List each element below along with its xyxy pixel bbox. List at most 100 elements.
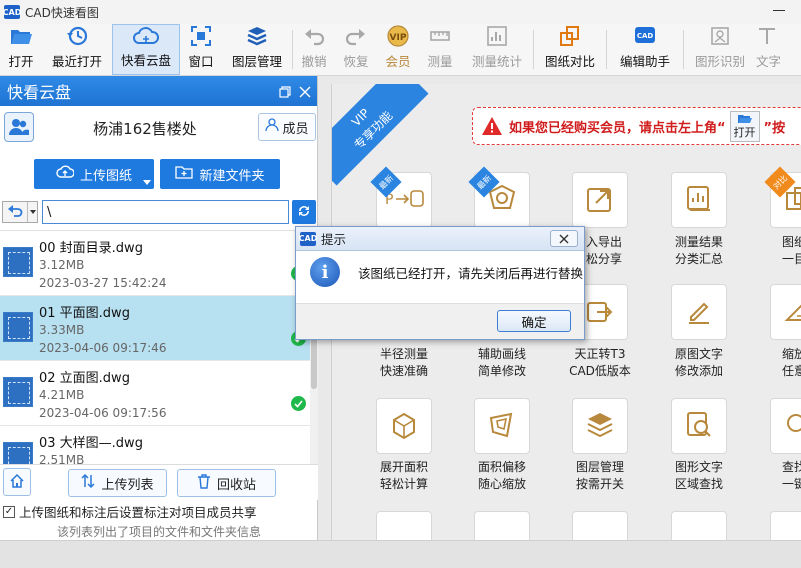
vip-badge-icon: VIP [385,24,411,48]
upload-list-button[interactable]: 上传列表 [68,469,167,497]
close-icon [559,234,569,243]
feature-tile-drawing-compare[interactable]: 对比 [764,166,801,228]
feature-tile-scale-measure[interactable] [770,284,801,340]
feature-tile-row4-2[interactable] [474,511,530,540]
feature-tile-row4-4[interactable] [671,511,727,540]
shape-recognize-button[interactable]: 图形识别 [684,24,756,75]
dwg-file-icon [3,247,33,277]
feature-tile-find-export[interactable] [770,398,801,454]
title-bar: CAD CAD快速看图 [0,0,801,24]
area-offset-icon [487,410,517,443]
feature-tile-text-find[interactable] [671,398,727,454]
drawing-compare-button[interactable]: 图纸对比 [534,24,606,75]
shape-icon [709,24,731,48]
box-unfold-icon [389,410,419,443]
redo-button[interactable]: 恢复 [335,24,377,75]
dialog-message: 该图纸已经打开，请先关闭后再进行替换 [358,265,584,281]
text-icon [756,24,778,48]
vip-member-button[interactable]: VIP 会员 [377,24,419,75]
main-toolbar: 打开 最近打开 快看云盘 窗口 图层管理 撤销 恢复 VIP 会员 测量 测量统… [0,24,801,76]
list-item[interactable]: 03 大样图—.dwg 2.51MB [0,426,310,465]
team-icon[interactable] [4,112,34,142]
panel-bottom-bar: 上传列表 回收站 [0,464,318,500]
feature-tile-row4-3[interactable] [572,511,628,540]
project-name: 杨浦162售楼处 [93,120,197,138]
dwg-file-icon [3,312,33,342]
info-icon: i [310,257,340,287]
dialog-title: 提示 [321,232,347,247]
recent-open-button[interactable]: 最近打开 [42,24,112,75]
dwg-file-icon [3,377,33,407]
feature-tile-new-2[interactable]: 最新 [468,166,530,228]
share-option[interactable]: ✓ 上传图纸和标注后设置标注对项目成员共享 [3,502,257,521]
window-title: CAD快速看图 [25,5,99,20]
recycle-bin-button[interactable]: 回收站 [177,469,276,497]
ok-button[interactable]: 确定 [497,310,571,332]
share-checkbox[interactable]: ✓ [3,505,15,518]
app-logo-icon: CAD [299,231,317,246]
panel-title: 快看云盘 [7,83,72,102]
dialog-close-button[interactable] [550,230,578,247]
open-button[interactable]: 打开 [0,24,42,75]
list-item[interactable]: 00 封面目录.dwg 3.12MB 2023-03-27 15:42:24 [0,231,310,296]
list-item[interactable]: 02 立面图.dwg 4.21MB 2023-04-06 09:17:56 [0,361,310,426]
export-icon [585,184,615,217]
measure-stats-button[interactable]: 测量统计 [461,24,533,75]
project-row: 杨浦162售楼处 成员 [0,110,318,146]
feature-tile-unfold-area[interactable] [376,398,432,454]
path-input[interactable] [42,200,289,224]
measure-button[interactable]: 测量 [419,24,461,75]
undo-icon [303,24,325,48]
feature-tile-measure-summary[interactable] [671,172,727,228]
redo-icon [345,24,367,48]
app-logo-icon: CAD [3,5,21,19]
refresh-button[interactable] [292,200,316,224]
feature-tile-text-edit[interactable] [671,284,727,340]
pencil-icon [684,296,714,329]
compare-icon [559,24,581,48]
search-icon [783,410,801,443]
cloud-icon [132,25,160,47]
folder-open-icon [737,114,752,123]
vip-ribbon: VIP 专享功能 [332,84,429,186]
folder-add-icon [175,165,194,183]
layer-manage-button[interactable]: 图层管理 [222,24,292,75]
back-button[interactable] [2,201,38,223]
chevron-down-icon[interactable] [143,180,151,185]
window-frame-icon [190,24,212,48]
feature-tile-pdf-convert[interactable]: 最新 P [370,166,432,228]
feature-tile-layer-manage[interactable] [572,398,628,454]
feature-tile-import-export[interactable] [572,172,628,228]
new-folder-button[interactable]: 新建文件夹 [160,159,280,189]
path-row [0,200,318,224]
scale-ruler-icon [783,296,801,329]
history-icon [66,24,88,48]
minimize-button[interactable] [773,2,787,14]
trash-icon [197,473,211,493]
chevron-down-icon[interactable] [27,202,37,222]
edit-assistant-icon: CAD [633,24,657,48]
feature-tile-area-offset[interactable] [474,398,530,454]
sort-arrows-icon [81,473,96,493]
feature-tile-row4-5[interactable] [770,511,801,540]
purchase-notice-banner: 如果您已经购买会员，请点击左上角“ 打开 ”按 [472,107,801,145]
window-button[interactable]: 窗口 [180,24,222,75]
restore-window-icon[interactable] [279,83,291,102]
layers-icon [246,24,268,48]
feature-tile-row4-1[interactable] [376,511,432,540]
panel-footnote: 该列表列出了项目的文件和文件夹信息 [56,525,261,539]
dwg-file-icon [3,442,33,465]
undo-button[interactable]: 撤销 [293,24,335,75]
cloud-drive-button[interactable]: 快看云盘 [112,24,180,75]
text-search-icon [684,410,714,443]
home-button[interactable] [3,468,31,496]
refresh-icon [296,203,312,222]
upload-drawing-button[interactable]: 上传图纸 [34,159,154,189]
text-button[interactable]: 文字 [756,24,780,75]
close-icon[interactable] [299,83,311,102]
list-item[interactable]: 01 平面图.dwg 3.33MB 2023-04-06 09:17:46 [0,296,310,361]
convert-export-icon [585,296,615,329]
members-button[interactable]: 成员 [258,113,316,141]
synced-check-icon [291,396,306,411]
edit-assistant-button[interactable]: CAD 编辑助手 [607,24,683,75]
